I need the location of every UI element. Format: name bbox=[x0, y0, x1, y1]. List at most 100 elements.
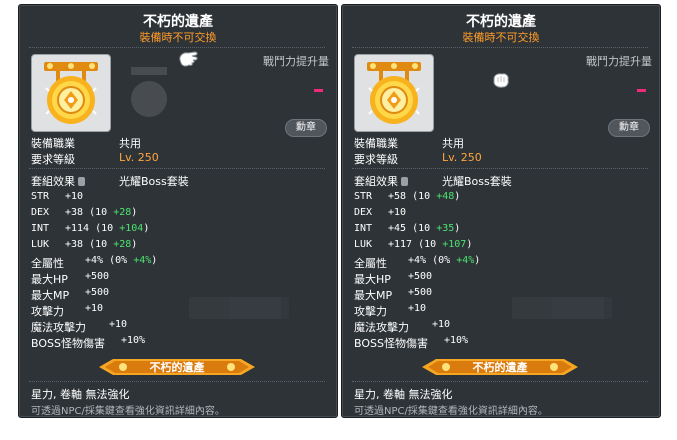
stat-row: 攻擊力 +10 bbox=[354, 303, 426, 319]
glove-cursor-icon bbox=[493, 73, 509, 88]
stat-value: +4% bbox=[85, 255, 104, 266]
stat-bonus: +28 bbox=[113, 239, 132, 250]
stat-row: BOSS怪物傷害 +10% bbox=[31, 335, 145, 351]
level-row: 要求等級 Lv. 250 bbox=[31, 151, 159, 167]
trade-restriction: 裝備時不可交換 bbox=[139, 31, 217, 44]
stat-row: STR +58 (10 +48) bbox=[354, 191, 460, 202]
stat-close: ) bbox=[454, 223, 461, 234]
divider bbox=[29, 381, 325, 382]
stat-close: ) bbox=[454, 191, 461, 202]
stat-bonus: +4% bbox=[133, 255, 152, 266]
divider bbox=[352, 168, 648, 169]
item-title: 不朽的遺產 bbox=[143, 14, 213, 30]
stat-row: STR +10 bbox=[31, 191, 83, 202]
item-tooltip-left: 不朽的遺產 裝備時不可交換 戰鬥力提升量 勳章 裝備職業 共用 要求等級 Lv.… bbox=[18, 4, 338, 418]
stat-row: 最大HP +500 bbox=[354, 271, 432, 287]
enhance-restriction: 星力, 卷軸 無法強化 bbox=[354, 388, 453, 401]
stat-bonus: +107 bbox=[442, 239, 467, 250]
stat-label: BOSS怪物傷害 bbox=[354, 337, 428, 350]
stat-row: 攻擊力 +10 bbox=[31, 303, 103, 319]
stat-value: +58 bbox=[388, 191, 407, 202]
item-icon-frame bbox=[31, 54, 111, 132]
stat-close: ) bbox=[474, 255, 481, 266]
stat-base: (10 bbox=[418, 239, 443, 250]
stat-row: DEX +10 bbox=[354, 207, 406, 218]
job-value: 共用 bbox=[119, 137, 141, 150]
stat-label: DEX bbox=[354, 207, 373, 218]
stat-label: LUK bbox=[31, 239, 50, 250]
legacy-medal-icon bbox=[367, 62, 421, 124]
stat-value: +10% bbox=[444, 335, 469, 346]
stat-row: INT +114 (10 +104) bbox=[31, 223, 149, 234]
power-increase-value bbox=[637, 89, 646, 92]
stat-value: +10 bbox=[388, 207, 407, 218]
stat-close: ) bbox=[466, 239, 473, 250]
stat-row: 全屬性 +4% (0% +4%) bbox=[31, 255, 157, 271]
legacy-badge: 不朽的遺產 bbox=[422, 357, 578, 377]
lock-icon bbox=[78, 177, 85, 186]
trade-restriction: 裝備時不可交換 bbox=[462, 31, 540, 44]
power-increase-label: 戰鬥力提升量 bbox=[263, 55, 329, 68]
set-effect-row: 套組效果 光耀Boss套裝 bbox=[31, 173, 189, 189]
set-name: 光耀Boss套裝 bbox=[119, 175, 189, 188]
stat-value: +114 bbox=[65, 223, 90, 234]
stat-label: 全屬性 bbox=[354, 257, 387, 270]
stat-close: ) bbox=[151, 255, 158, 266]
enhance-info-note: 可透過NPC/採集鍵查看強化資訊詳細內容。 bbox=[354, 406, 548, 417]
stat-base: (10 bbox=[412, 191, 437, 202]
stat-value: +500 bbox=[408, 271, 433, 282]
stat-value: +4% bbox=[408, 255, 427, 266]
stat-label: 最大HP bbox=[31, 273, 68, 286]
stat-base: (0% bbox=[109, 255, 134, 266]
job-label: 裝備職業 bbox=[354, 137, 398, 150]
ghost-item-icon bbox=[131, 67, 167, 117]
level-value: Lv. 250 bbox=[442, 151, 482, 164]
stat-value: +500 bbox=[85, 271, 110, 282]
item-title: 不朽的遺產 bbox=[466, 14, 536, 30]
stat-row: 魔法攻擊力 +10 bbox=[354, 319, 450, 335]
item-icon-frame bbox=[354, 54, 434, 132]
stat-close: ) bbox=[143, 223, 150, 234]
stat-row: 全屬性 +4% (0% +4%) bbox=[354, 255, 480, 271]
divider bbox=[352, 47, 648, 48]
stat-row: LUK +117 (10 +107) bbox=[354, 239, 472, 250]
stat-row: BOSS怪物傷害 +10% bbox=[354, 335, 468, 351]
stat-base: (10 bbox=[412, 223, 437, 234]
job-value: 共用 bbox=[442, 137, 464, 150]
stat-value: +10 bbox=[109, 319, 128, 330]
stat-value: +10 bbox=[408, 303, 427, 314]
stat-row: 最大HP +500 bbox=[31, 271, 109, 287]
power-increase-value bbox=[314, 89, 323, 92]
stat-value: +500 bbox=[85, 287, 110, 298]
stat-label: 攻擊力 bbox=[31, 305, 64, 318]
legacy-medal-icon bbox=[44, 62, 98, 124]
stat-label: 最大MP bbox=[354, 289, 393, 302]
job-row: 裝備職業 共用 bbox=[31, 135, 141, 151]
stat-label: DEX bbox=[31, 207, 50, 218]
stat-label: 魔法攻擊力 bbox=[31, 321, 86, 334]
faded-background-button bbox=[552, 297, 612, 319]
stat-row: 最大MP +500 bbox=[31, 287, 109, 303]
stat-value: +38 bbox=[65, 239, 84, 250]
enhance-restriction: 星力, 卷軸 無法強化 bbox=[31, 388, 130, 401]
stat-base: (10 bbox=[89, 207, 114, 218]
enhance-info-note: 可透過NPC/採集鍵查看強化資訊詳細內容。 bbox=[31, 406, 225, 417]
level-label: 要求等級 bbox=[31, 153, 75, 166]
stat-base: (10 bbox=[95, 223, 120, 234]
stat-close: ) bbox=[131, 207, 138, 218]
stat-label: 最大HP bbox=[354, 273, 391, 286]
job-row: 裝備職業 共用 bbox=[354, 135, 464, 151]
set-effect-label: 套組效果 bbox=[31, 175, 75, 188]
stat-base: (0% bbox=[432, 255, 457, 266]
medal-button[interactable]: 勳章 bbox=[608, 119, 650, 137]
stat-close: ) bbox=[131, 239, 138, 250]
medal-button[interactable]: 勳章 bbox=[285, 119, 327, 137]
job-label: 裝備職業 bbox=[31, 137, 75, 150]
level-label: 要求等級 bbox=[354, 153, 398, 166]
stat-label: STR bbox=[354, 191, 373, 202]
stat-row: LUK +38 (10 +28) bbox=[31, 239, 137, 250]
stat-label: BOSS怪物傷害 bbox=[31, 337, 105, 350]
faded-background-button bbox=[229, 297, 289, 319]
stat-label: 最大MP bbox=[31, 289, 70, 302]
level-row: 要求等級 Lv. 250 bbox=[354, 151, 482, 167]
